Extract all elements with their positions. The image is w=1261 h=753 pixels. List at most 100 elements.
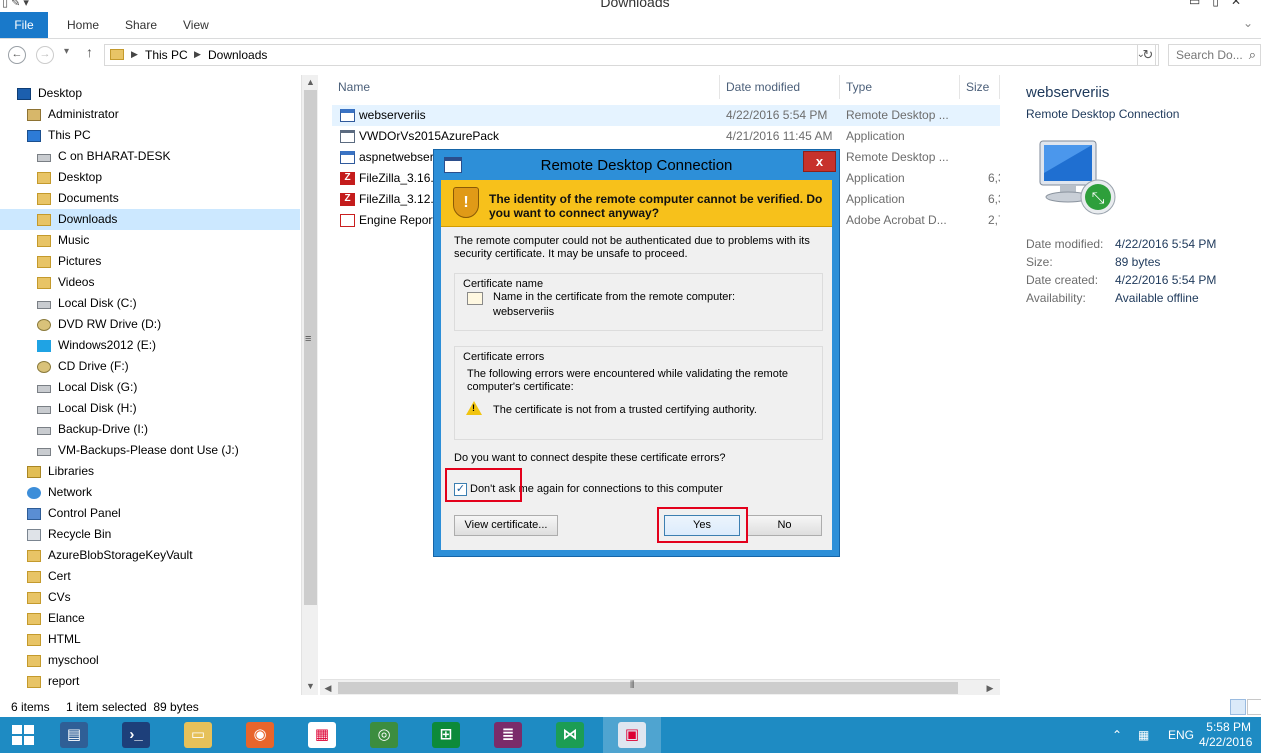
nav-item[interactable]: Documents: [0, 188, 300, 209]
system-clock[interactable]: 5:58 PM 4/22/2016: [1199, 720, 1252, 750]
taskbar-app-button[interactable]: ▣: [603, 717, 661, 753]
refresh-button[interactable]: ↻: [1137, 44, 1159, 66]
breadcrumb-separator-icon[interactable]: ▶: [131, 49, 138, 60]
nav-item[interactable]: CVs: [0, 587, 300, 608]
taskbar-app-button[interactable]: ≣: [479, 717, 537, 753]
taskbar-app-button[interactable]: ▦: [293, 717, 351, 753]
taskbar-app-button[interactable]: ⊞: [417, 717, 475, 753]
nav-item-label: C on BHARAT-DESK: [58, 149, 171, 163]
nav-item-label: Desktop: [58, 170, 103, 184]
file-row[interactable]: VWDOrVs2015AzurePack 4/21/2016 11:45 AM Ap…: [332, 126, 1000, 147]
nav-item[interactable]: Downloads: [0, 209, 300, 230]
back-button[interactable]: ←: [8, 46, 26, 64]
taskbar-app-button[interactable]: ▭: [169, 717, 227, 753]
start-button[interactable]: [12, 725, 34, 745]
rdp-file-icon: [340, 151, 355, 164]
nav-item[interactable]: Local Disk (G:): [0, 377, 300, 398]
certificate-errors-group: Certificate errors The following errors …: [454, 346, 823, 440]
filelist-horizontal-scrollbar[interactable]: ◀ ⦀ ▶: [320, 679, 1000, 695]
dialog-titlebar[interactable]: Remote Desktop Connection x: [434, 150, 839, 180]
svg-text:⤡: ⤡: [1092, 188, 1105, 207]
breadcrumb-downloads[interactable]: Downloads: [208, 48, 267, 62]
up-button[interactable]: ↑: [86, 44, 93, 60]
file-type: Adobe Acrobat D...: [846, 213, 947, 227]
dialog-close-button[interactable]: x: [803, 151, 836, 172]
nav-item[interactable]: Desktop: [0, 83, 300, 104]
breadcrumb-separator-icon[interactable]: ▶: [194, 49, 201, 60]
nav-item[interactable]: HTML: [0, 629, 300, 650]
details-view-icon[interactable]: [1230, 699, 1246, 715]
address-bar[interactable]: ▶ This PC ▶ Downloads ⌄: [104, 44, 1156, 66]
nav-item[interactable]: Music: [0, 230, 300, 251]
nav-item-label: Elance: [48, 611, 85, 625]
nav-item-label: myschool: [48, 653, 99, 667]
search-input[interactable]: Search Do... ⌕: [1168, 44, 1261, 66]
nav-item[interactable]: Cert: [0, 566, 300, 587]
nav-item[interactable]: Administrator: [0, 104, 300, 125]
file-row[interactable]: webserveriis 4/22/2016 5:54 PM Remote Desk…: [332, 105, 1000, 126]
nav-item-label: Downloads: [58, 212, 118, 226]
nav-item[interactable]: Libraries: [0, 461, 300, 482]
nav-item[interactable]: myschool: [0, 650, 300, 671]
tab-file[interactable]: File: [0, 12, 48, 38]
ribbon: File Home Share View ⌄: [0, 12, 1261, 39]
column-date-modified[interactable]: Date modified: [720, 75, 840, 99]
nav-item[interactable]: report: [0, 671, 300, 692]
forward-button[interactable]: →: [36, 46, 54, 64]
nav-item[interactable]: Network: [0, 482, 300, 503]
file-type: Remote Desktop ...: [846, 150, 949, 164]
nav-item[interactable]: Backup-Drive (I:): [0, 419, 300, 440]
scrollbar-thumb[interactable]: [338, 682, 958, 694]
taskbar-app-button[interactable]: ◉: [231, 717, 289, 753]
nav-item-label: Documents: [58, 191, 119, 205]
nav-item[interactable]: Desktop: [0, 167, 300, 188]
file-type: Remote Desktop ...: [846, 108, 949, 122]
scroll-down-icon[interactable]: ▼: [302, 679, 319, 693]
column-name[interactable]: Name: [332, 75, 720, 99]
tab-home[interactable]: Home: [67, 18, 99, 32]
nav-item[interactable]: Recycle Bin: [0, 524, 300, 545]
column-type[interactable]: Type: [840, 75, 960, 99]
nav-item[interactable]: Local Disk (H:): [0, 398, 300, 419]
recent-locations-icon[interactable]: ▾: [64, 46, 69, 57]
ribbon-expand-icon[interactable]: ⌄: [1243, 16, 1253, 30]
scroll-left-icon[interactable]: ◀: [320, 680, 336, 696]
nav-item[interactable]: AzureBlobStorageKeyVault: [0, 545, 300, 566]
large-icons-view-icon[interactable]: [1247, 699, 1261, 715]
tray-overflow-icon[interactable]: ⌃: [1112, 717, 1122, 753]
file-size: 2,7: [988, 213, 1000, 227]
nav-item[interactable]: CD Drive (F:): [0, 356, 300, 377]
window-controls[interactable]: ▭▯✕: [1189, 0, 1253, 8]
taskbar-app-button[interactable]: ⋈: [541, 717, 599, 753]
language-indicator[interactable]: ENG: [1168, 717, 1194, 753]
column-size[interactable]: Size: [960, 75, 1000, 99]
nav-item[interactable]: Windows2012 (E:): [0, 335, 300, 356]
scroll-right-icon[interactable]: ▶: [982, 680, 998, 696]
nav-item[interactable]: DVD RW Drive (D:): [0, 314, 300, 335]
folder-icon: [37, 277, 51, 289]
network-tray-icon[interactable]: ▦: [1138, 717, 1149, 753]
nav-item-label: AzureBlobStorageKeyVault: [48, 548, 193, 562]
drive-icon: [37, 448, 51, 456]
nav-item[interactable]: Pictures: [0, 251, 300, 272]
tab-view[interactable]: View: [183, 18, 209, 32]
scrollbar-thumb[interactable]: [304, 90, 317, 605]
breadcrumb-this-pc[interactable]: This PC: [145, 48, 188, 62]
scroll-up-icon[interactable]: ▲: [302, 75, 319, 89]
nav-item[interactable]: Control Panel: [0, 503, 300, 524]
nav-item[interactable]: This PC: [0, 125, 300, 146]
taskbar-app-button[interactable]: ▤: [45, 717, 103, 753]
nav-item[interactable]: C on BHARAT-DESK: [0, 146, 300, 167]
navpane-scrollbar[interactable]: ▲ ≡ ▼: [301, 75, 318, 695]
nav-item-label: VM-Backups-Please dont Use (J:): [58, 443, 239, 457]
nav-item[interactable]: VM-Backups-Please dont Use (J:): [0, 440, 300, 461]
no-button[interactable]: No: [747, 515, 822, 536]
details-file-type: Remote Desktop Connection: [1026, 107, 1180, 121]
nav-item[interactable]: Local Disk (C:): [0, 293, 300, 314]
view-certificate-button[interactable]: View certificate...: [454, 515, 558, 536]
tab-share[interactable]: Share: [125, 18, 157, 32]
taskbar-app-button[interactable]: ›_: [107, 717, 165, 753]
nav-item[interactable]: Elance: [0, 608, 300, 629]
nav-item[interactable]: Videos: [0, 272, 300, 293]
taskbar-app-button[interactable]: ◎: [355, 717, 413, 753]
